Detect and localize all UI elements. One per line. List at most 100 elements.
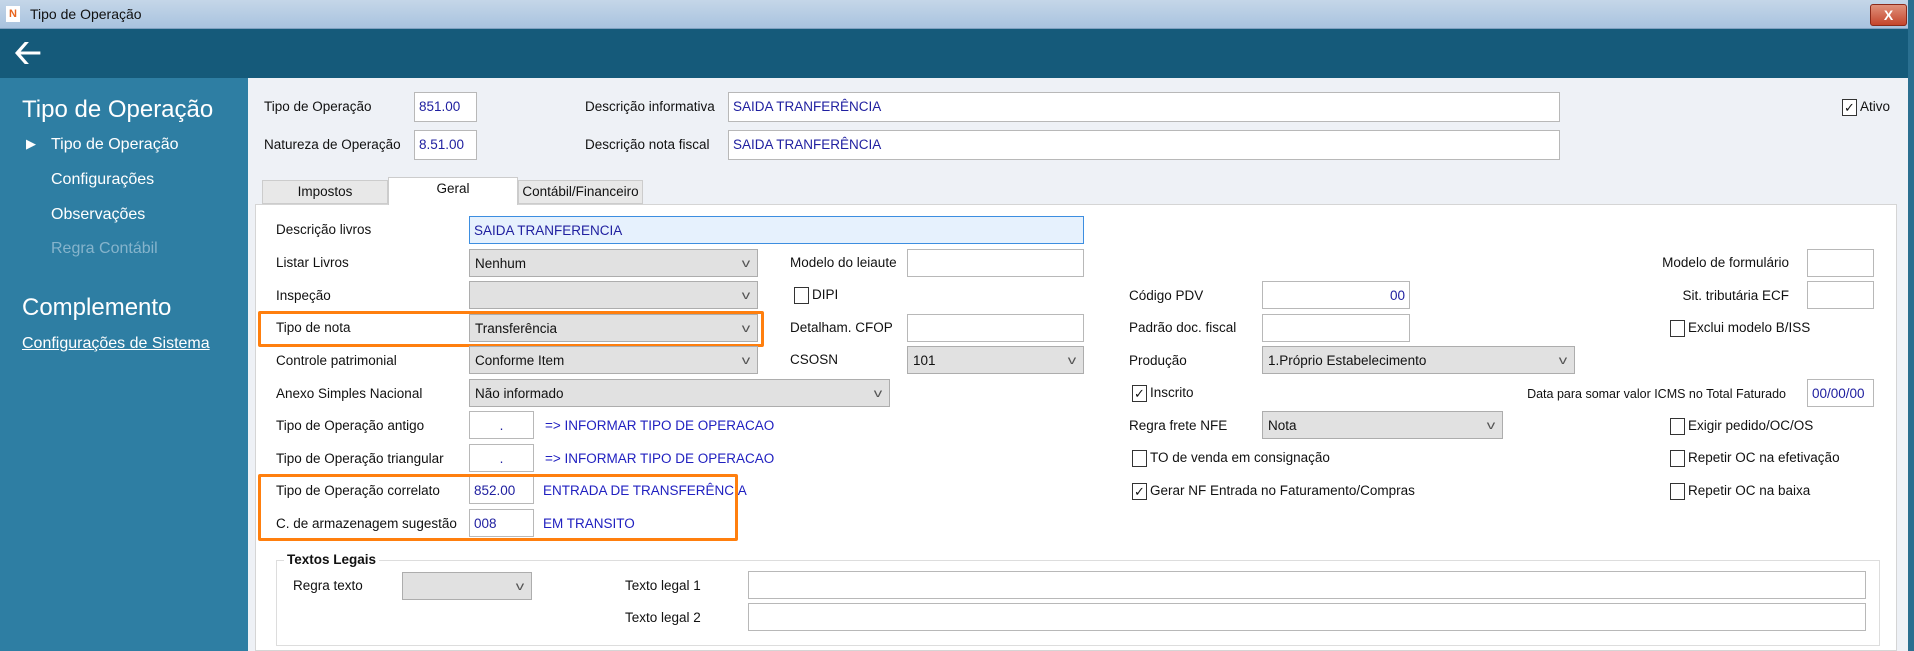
producao-value: 1.Próprio Estabelecimento <box>1268 353 1427 368</box>
descricao-livros-label: Descrição livros <box>276 222 372 237</box>
listar-livros-select[interactable]: Nenhum v <box>469 249 758 277</box>
chevron-down-icon: v <box>1486 418 1496 432</box>
tipo-triangular-link[interactable]: => INFORMAR TIPO DE OPERACAO <box>545 451 774 467</box>
descricao-informativa-label: Descrição informativa <box>585 99 715 114</box>
repetir-baixa-checkbox[interactable]: Repetir OC na baixa <box>1670 483 1811 500</box>
regra-frete-value: Nota <box>1268 418 1297 433</box>
close-button[interactable]: X <box>1870 4 1907 26</box>
inscrito-label: Inscrito <box>1150 385 1194 400</box>
window-title: Tipo de Operação <box>30 6 142 22</box>
csosn-value: 101 <box>913 353 936 368</box>
repetir-efetivacao-checkbox[interactable]: Repetir OC na efetivação <box>1670 450 1840 467</box>
listar-livros-label: Listar Livros <box>276 255 349 270</box>
natureza-operacao-input[interactable]: 8.51.00 <box>414 130 477 160</box>
texto-legal-2-input[interactable] <box>748 603 1866 631</box>
tipo-triangular-input[interactable]: . <box>469 444 534 472</box>
sidebar-item-tipo-operacao[interactable]: Tipo de Operação <box>51 136 178 154</box>
checkbox-unchecked-icon <box>1670 483 1685 500</box>
anexo-simples-select[interactable]: Não informado v <box>469 379 890 407</box>
inspecao-label: Inspeção <box>276 288 331 303</box>
descricao-livros-input[interactable]: SAIDA TRANFERENCIA <box>469 216 1084 244</box>
checkbox-unchecked-icon <box>1670 320 1685 337</box>
ativo-checkbox[interactable]: ✓ Ativo <box>1842 99 1891 116</box>
checkbox-unchecked-icon <box>1670 450 1685 467</box>
exigir-pedido-checkbox[interactable]: Exigir pedido/OC/OS <box>1670 418 1814 435</box>
sit-tributaria-input[interactable] <box>1807 281 1874 309</box>
modelo-formulario-label: Modelo de formulário <box>1662 255 1789 270</box>
app-icon: N <box>6 6 20 22</box>
to-consignacao-checkbox[interactable]: TO de venda em consignação <box>1132 450 1330 467</box>
window-border <box>1908 0 1914 651</box>
chevron-down-icon: v <box>515 579 525 593</box>
modelo-leiaute-label: Modelo do leiaute <box>790 255 897 270</box>
highlight-box-tipo-nota <box>258 311 764 347</box>
tipo-antigo-link[interactable]: => INFORMAR TIPO DE OPERACAO <box>545 418 774 434</box>
sidebar-item-observacoes[interactable]: Observações <box>51 206 145 224</box>
checkbox-checked-icon: ✓ <box>1132 385 1147 402</box>
data-icms-label: Data para somar valor ICMS no Total Fatu… <box>1527 387 1786 401</box>
checkbox-checked-icon: ✓ <box>1132 483 1147 500</box>
highlight-box-correlato <box>258 474 738 541</box>
gerar-nf-checkbox[interactable]: ✓ Gerar NF Entrada no Faturamento/Compras <box>1132 483 1415 500</box>
modelo-leiaute-input[interactable] <box>907 249 1084 277</box>
controle-patrimonial-select[interactable]: Conforme Item v <box>469 346 758 374</box>
inspecao-select[interactable]: v <box>469 281 758 309</box>
regra-frete-select[interactable]: Nota v <box>1262 411 1503 439</box>
repetir-baixa-label: Repetir OC na baixa <box>1688 483 1811 498</box>
controle-patrimonial-label: Controle patrimonial <box>276 353 397 368</box>
modelo-formulario-input[interactable] <box>1807 249 1874 277</box>
sidebar-title: Tipo de Operação <box>22 96 214 123</box>
regra-texto-select[interactable]: v <box>402 572 532 600</box>
sidebar-section-complemento: Complemento <box>22 294 172 321</box>
tipo-operacao-label: Tipo de Operação <box>264 99 372 114</box>
producao-select[interactable]: 1.Próprio Estabelecimento v <box>1262 346 1575 374</box>
texto-legal-1-input[interactable] <box>748 571 1866 599</box>
tipo-operacao-input[interactable]: 851.00 <box>414 92 477 122</box>
header-bar <box>0 29 1908 78</box>
texto-legal-2-label: Texto legal 2 <box>625 610 701 625</box>
codigo-pdv-input[interactable]: 00 <box>1262 281 1410 309</box>
title-bar: N Tipo de Operação X <box>0 0 1914 29</box>
padrao-doc-label: Padrão doc. fiscal <box>1129 320 1237 335</box>
producao-label: Produção <box>1129 353 1187 368</box>
descricao-nota-fiscal-label: Descrição nota fiscal <box>585 137 710 152</box>
listar-livros-value: Nenhum <box>475 256 527 271</box>
configuracoes-sistema-link[interactable]: Configurações de Sistema <box>22 335 210 353</box>
anexo-simples-label: Anexo Simples Nacional <box>276 386 423 401</box>
exigir-pedido-label: Exigir pedido/OC/OS <box>1688 418 1814 433</box>
ativo-label: Ativo <box>1860 99 1891 114</box>
anexo-simples-value: Não informado <box>475 386 564 401</box>
gerar-nf-label: Gerar NF Entrada no Faturamento/Compras <box>1150 483 1415 498</box>
tab-geral[interactable]: Geral <box>388 177 518 205</box>
chevron-down-icon: v <box>873 386 883 400</box>
tab-contabil-financeiro[interactable]: Contábil/Financeiro <box>518 180 643 204</box>
descricao-informativa-input[interactable]: SAIDA TRANFERÊNCIA <box>728 92 1560 122</box>
sidebar-item-configuracoes[interactable]: Configurações <box>51 171 154 189</box>
active-item-arrow-icon: ▶ <box>26 136 36 151</box>
padrao-doc-input[interactable] <box>1262 314 1410 342</box>
descricao-nota-fiscal-input[interactable]: SAIDA TRANFERÊNCIA <box>728 130 1560 160</box>
back-arrow-icon[interactable]: 🡠 <box>14 36 42 70</box>
controle-patrimonial-value: Conforme Item <box>475 353 565 368</box>
data-icms-input[interactable]: 00/00/00 <box>1807 379 1874 407</box>
sidebar-item-regra-contabil: Regra Contábil <box>51 240 158 257</box>
sidebar: Tipo de Operação ▶ Tipo de Operação Conf… <box>0 78 248 651</box>
tab-impostos[interactable]: Impostos <box>262 180 388 204</box>
dipi-checkbox[interactable]: DIPI <box>794 287 839 304</box>
chevron-down-icon: v <box>1558 353 1568 367</box>
chevron-down-icon: v <box>1067 353 1077 367</box>
csosn-select[interactable]: 101 v <box>907 346 1084 374</box>
tipo-antigo-input[interactable]: . <box>469 411 534 439</box>
textos-legais-title: Textos Legais <box>284 552 380 568</box>
checkbox-unchecked-icon <box>794 287 809 304</box>
natureza-operacao-label: Natureza de Operação <box>264 137 401 152</box>
repetir-efetivacao-label: Repetir OC na efetivação <box>1688 450 1840 465</box>
checkbox-checked-icon: ✓ <box>1842 99 1857 116</box>
codigo-pdv-label: Código PDV <box>1129 288 1204 303</box>
texto-legal-1-label: Texto legal 1 <box>625 578 701 593</box>
tipo-triangular-label: Tipo de Operação triangular <box>276 451 444 466</box>
detalham-cfop-input[interactable] <box>907 314 1084 342</box>
exclui-modelo-checkbox[interactable]: Exclui modelo B/ISS <box>1670 320 1810 337</box>
inscrito-checkbox[interactable]: ✓ Inscrito <box>1132 385 1194 402</box>
dipi-label: DIPI <box>812 287 839 302</box>
